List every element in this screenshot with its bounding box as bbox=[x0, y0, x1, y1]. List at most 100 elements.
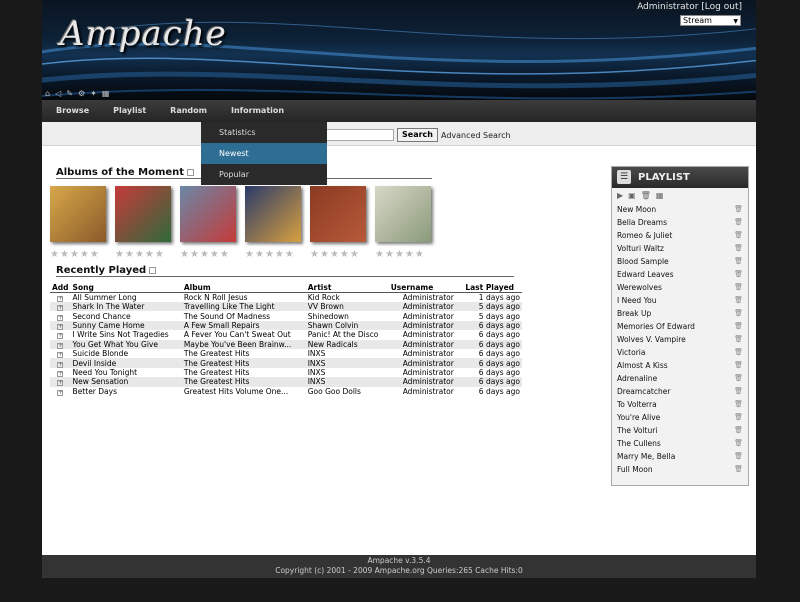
cell-song[interactable]: Better Days bbox=[70, 386, 182, 396]
logout-link[interactable]: [Log out] bbox=[701, 2, 742, 12]
playlist-item[interactable]: Adrenaline 🗑 bbox=[612, 372, 748, 385]
cell-artist[interactable]: VV Brown bbox=[305, 302, 389, 312]
playlist-item[interactable]: Blood Sample 🗑 bbox=[612, 255, 748, 268]
star-icon[interactable]: ★ bbox=[285, 250, 294, 260]
playlist-item[interactable]: Edward Leaves 🗑 bbox=[612, 268, 748, 281]
star-icon[interactable]: ★ bbox=[135, 250, 144, 260]
cell-album[interactable]: A Few Small Repairs bbox=[181, 320, 306, 331]
cell-artist[interactable]: Goo Goo Dolls bbox=[305, 386, 389, 396]
gear-icon[interactable]: ⚙ bbox=[78, 88, 85, 100]
star-icon[interactable]: ★ bbox=[155, 250, 164, 260]
star-icon[interactable]: ★ bbox=[50, 250, 59, 260]
star-icon[interactable]: ★ bbox=[310, 250, 319, 260]
album-cover[interactable] bbox=[180, 186, 236, 242]
playlist-item[interactable]: Romeo & Juliet 🗑 bbox=[612, 229, 748, 242]
cell-artist[interactable]: INXS bbox=[305, 358, 389, 368]
col-artist[interactable]: Artist bbox=[305, 283, 389, 293]
trash-icon[interactable]: 🗑 bbox=[734, 242, 743, 255]
trash-icon[interactable]: 🗑 bbox=[734, 294, 743, 307]
star-icon[interactable]: ★ bbox=[350, 250, 359, 260]
star-icon[interactable]: ★ bbox=[405, 250, 414, 260]
trash-icon[interactable]: 🗑 bbox=[734, 463, 743, 476]
menu-item-popular[interactable]: Popular bbox=[201, 164, 327, 185]
star-icon[interactable]: ★ bbox=[265, 250, 274, 260]
album-cover[interactable] bbox=[375, 186, 431, 242]
star-icon[interactable]: ★ bbox=[190, 250, 199, 260]
trash-icon[interactable]: 🗑 bbox=[734, 437, 743, 450]
add-icon[interactable]: + bbox=[57, 305, 63, 312]
playlist-item[interactable]: Break Up 🗑 bbox=[612, 307, 748, 320]
edit-icon[interactable]: ✎ bbox=[66, 88, 73, 100]
cell-artist[interactable]: Panic! At the Disco bbox=[305, 330, 389, 340]
star-icon[interactable]: ★ bbox=[90, 250, 99, 260]
trash-icon[interactable]: 🗑 bbox=[734, 320, 743, 333]
cell-song[interactable]: Need You Tonight bbox=[70, 367, 182, 378]
playlist-item[interactable]: To Volterra 🗑 bbox=[612, 398, 748, 411]
trash-icon[interactable]: 🗑 bbox=[734, 450, 743, 463]
nav-browse[interactable]: Browse bbox=[42, 100, 101, 122]
speaker-icon[interactable]: ◁ bbox=[55, 88, 61, 100]
col-last-played[interactable]: Last Played bbox=[463, 283, 522, 293]
playlist-item[interactable]: The Cullens 🗑 bbox=[612, 437, 748, 450]
col-username[interactable]: Username bbox=[388, 283, 464, 293]
trash-icon[interactable]: 🗑 bbox=[734, 268, 743, 281]
playlist-item[interactable]: Memories Of Edward 🗑 bbox=[612, 320, 748, 333]
album-cover[interactable] bbox=[115, 186, 171, 242]
save-icon[interactable]: ▣ bbox=[628, 191, 636, 200]
playlist-item[interactable]: Wolves V. Vampire 🗑 bbox=[612, 333, 748, 346]
trash-icon[interactable]: 🗑 bbox=[734, 346, 743, 359]
col-song[interactable]: Song bbox=[70, 283, 182, 293]
nav-information[interactable]: Information bbox=[219, 100, 296, 122]
cell-album[interactable]: The Sound Of Madness bbox=[181, 311, 306, 321]
trash-icon[interactable]: 🗑 bbox=[734, 203, 743, 216]
star-icon[interactable]: ★ bbox=[340, 250, 349, 260]
cell-artist[interactable]: INXS bbox=[305, 348, 389, 359]
star-icon[interactable]: ★ bbox=[180, 250, 189, 260]
nav-playlist[interactable]: Playlist bbox=[101, 100, 158, 122]
trash-icon[interactable]: 🗑 bbox=[734, 359, 743, 372]
playlist-item[interactable]: You're Alive 🗑 bbox=[612, 411, 748, 424]
star-icon[interactable]: ★ bbox=[245, 250, 254, 260]
playlist-item[interactable]: The Volturi 🗑 bbox=[612, 424, 748, 437]
star-icon[interactable]: ★ bbox=[125, 250, 134, 260]
col-album[interactable]: Album bbox=[181, 283, 306, 293]
trash-icon[interactable]: 🗑 bbox=[734, 216, 743, 229]
star-icon[interactable]: ★ bbox=[395, 250, 404, 260]
playlist-item[interactable]: Marry Me, Bella 🗑 bbox=[612, 450, 748, 463]
star-icon[interactable]: ★ bbox=[200, 250, 209, 260]
trash-icon[interactable]: 🗑 bbox=[734, 255, 743, 268]
add-icon[interactable]: + bbox=[57, 314, 63, 321]
cell-artist[interactable]: Kid Rock bbox=[305, 292, 389, 302]
trash-icon[interactable]: 🗑 bbox=[734, 307, 743, 320]
cell-song[interactable]: All Summer Long bbox=[70, 292, 182, 302]
star-icon[interactable]: ★ bbox=[375, 250, 384, 260]
add-icon[interactable]: + bbox=[57, 361, 63, 368]
cell-album[interactable]: The Greatest Hits bbox=[181, 358, 306, 368]
cell-song[interactable]: New Sensation bbox=[70, 377, 182, 387]
cell-album[interactable]: Rock N Roll Jesus bbox=[181, 292, 306, 302]
trash-icon[interactable]: 🗑 bbox=[734, 281, 743, 294]
add-icon[interactable]: + bbox=[57, 296, 63, 302]
cell-artist[interactable]: INXS bbox=[305, 367, 389, 378]
playlist-item[interactable]: Bella Dreams 🗑 bbox=[612, 216, 748, 229]
album-cover[interactable] bbox=[245, 186, 301, 242]
cell-artist[interactable]: INXS bbox=[305, 377, 389, 387]
cell-song[interactable]: Sunny Came Home bbox=[70, 320, 182, 331]
trash-icon[interactable]: 🗑 bbox=[734, 385, 743, 398]
trash-icon[interactable]: 🗑 bbox=[734, 424, 743, 437]
advanced-search-link[interactable]: Advanced Search bbox=[441, 131, 511, 140]
star-icon[interactable]: ★ bbox=[60, 250, 69, 260]
wrench-icon[interactable]: ✦ bbox=[90, 88, 97, 100]
menu-item-newest[interactable]: Newest bbox=[201, 143, 327, 164]
trash-icon[interactable]: 🗑 bbox=[734, 333, 743, 346]
search-input[interactable] bbox=[326, 129, 394, 141]
nav-random[interactable]: Random bbox=[158, 100, 219, 122]
add-icon[interactable]: + bbox=[57, 380, 63, 387]
playlist-item[interactable]: I Need You 🗑 bbox=[612, 294, 748, 307]
cell-album[interactable]: The Greatest Hits bbox=[181, 348, 306, 359]
add-icon[interactable]: + bbox=[57, 352, 63, 359]
grid-icon[interactable]: ▦ bbox=[102, 88, 110, 100]
star-icon[interactable]: ★ bbox=[145, 250, 154, 260]
star-icon[interactable]: ★ bbox=[320, 250, 329, 260]
cell-album[interactable]: Greatest Hits Volume One... bbox=[181, 386, 306, 396]
